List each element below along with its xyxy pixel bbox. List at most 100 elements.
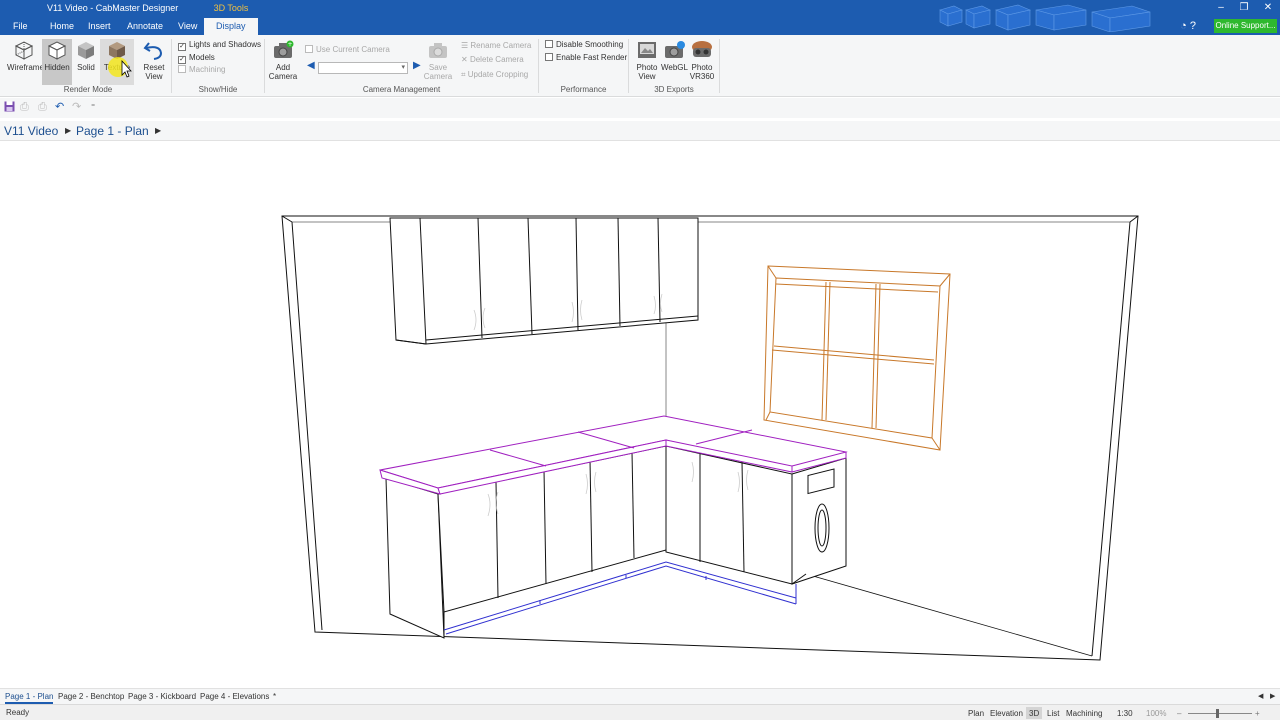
zoom-out-button[interactable]: –: [1174, 707, 1184, 719]
rename-icon: ☰: [461, 41, 471, 50]
hidden-button[interactable]: Hidden: [42, 39, 72, 85]
checkbox-empty-icon: [545, 53, 553, 61]
maximize-button[interactable]: ❐: [1237, 2, 1251, 14]
checkbox-empty-icon: [545, 40, 553, 48]
save-icon[interactable]: [4, 101, 16, 113]
page-tab-plan[interactable]: Page 1 - Plan: [5, 692, 54, 704]
solid-cube-icon: [78, 42, 94, 59]
zoom-slider-thumb[interactable]: [1216, 709, 1219, 718]
photo-view-button[interactable]: Photo View: [633, 39, 661, 85]
save-camera-label: Save Camera: [423, 63, 453, 81]
breadcrumb-project[interactable]: V11 Video: [4, 124, 58, 138]
photo-vr360-label: Photo VR360: [689, 63, 715, 81]
page-tabs: Page 1 - Plan Page 2 - Benchtop Page 3 -…: [0, 688, 1280, 704]
camera-icon: +: [274, 40, 294, 58]
3d-exports-group-label: 3D Exports: [654, 85, 694, 94]
svg-text:+: +: [287, 41, 292, 48]
reset-view-label: Reset View: [143, 63, 165, 81]
view-machining-button[interactable]: Machining: [1063, 707, 1105, 719]
3d-viewport[interactable]: [0, 142, 1280, 688]
camera-select[interactable]: ▾: [318, 62, 408, 74]
status-text: Ready: [6, 708, 30, 717]
models-label: Models: [189, 53, 215, 62]
tab-home[interactable]: Home: [50, 21, 74, 31]
page-tab-kickboard[interactable]: Page 3 - Kickboard: [128, 692, 196, 701]
enable-fast-render-checkbox[interactable]: Enable Fast Render: [545, 53, 627, 62]
solid-button[interactable]: Solid: [73, 39, 99, 85]
webgl-button[interactable]: WebGL: [661, 39, 688, 85]
wireframe-cube-icon: [14, 41, 34, 60]
online-support-button[interactable]: Online Support...: [1214, 19, 1277, 33]
add-camera-button[interactable]: + Add Camera: [267, 39, 299, 85]
camera-save-icon: [429, 43, 447, 58]
delete-x-icon: ✕: [461, 55, 470, 64]
webgl-icon: [665, 41, 685, 58]
enable-fast-render-label: Enable Fast Render: [556, 53, 628, 62]
save-camera-button: Save Camera: [423, 39, 453, 85]
breadcrumb-page[interactable]: Page 1 - Plan: [76, 124, 149, 138]
checkbox-checked-icon: ✓: [178, 43, 186, 51]
tab-file[interactable]: File: [13, 21, 28, 31]
view-plan-button[interactable]: Plan: [965, 707, 987, 719]
disable-smoothing-checkbox[interactable]: Disable Smoothing: [545, 40, 623, 49]
hidden-line-cube-icon: [47, 41, 67, 60]
page-tab-benchtop[interactable]: Page 2 - Benchtop: [58, 692, 124, 701]
use-current-camera-label: Use Current Camera: [316, 45, 390, 54]
photo-vr360-button[interactable]: Photo VR360: [688, 39, 716, 85]
zoom-in-button[interactable]: +: [1252, 707, 1263, 719]
crop-icon: ⌗: [461, 70, 468, 79]
update-cropping-label: Update Cropping: [467, 70, 529, 79]
scroll-left-icon[interactable]: ◀: [1258, 692, 1263, 700]
delete-camera-label: Delete Camera: [469, 55, 524, 64]
reset-view-button[interactable]: Reset View: [139, 39, 169, 85]
machining-label: Machining: [189, 65, 226, 74]
kitchen-3d-drawing[interactable]: [0, 142, 1280, 688]
scale-readout: 1:30: [1117, 709, 1133, 718]
view-elevation-button[interactable]: Elevation: [987, 707, 1026, 719]
close-button[interactable]: ✕: [1261, 2, 1275, 14]
zoom-slider-track[interactable]: [1188, 713, 1252, 714]
print-preview-icon: ⎙: [38, 101, 47, 113]
previous-camera-arrow-icon[interactable]: ◀: [307, 60, 315, 71]
breadcrumb-separator-icon: ▶: [65, 126, 72, 135]
show-hide-group-label: Show/Hide: [198, 85, 238, 94]
models-checkbox[interactable]: ✓ Models: [178, 53, 215, 64]
customize-dropdown-icon[interactable]: ⁼: [91, 101, 103, 113]
checkbox-empty-icon: [305, 45, 313, 53]
photo-view-icon: [638, 42, 656, 58]
undo-icon[interactable]: ↶: [55, 101, 67, 113]
hidden-label: Hidden: [44, 63, 70, 72]
render-mode-group-label: Render Mode: [63, 85, 113, 94]
lights-shadows-checkbox[interactable]: ✓ Lights and Shadows: [178, 40, 261, 51]
delete-camera-button: ✕ Delete Camera: [461, 55, 524, 64]
group-separator: [719, 39, 720, 93]
breadcrumb-separator-icon: ▶: [155, 126, 162, 135]
tab-display[interactable]: Display: [204, 18, 258, 35]
help-icon[interactable]: ◔ ?: [1180, 20, 1196, 32]
scroll-right-icon[interactable]: ▶: [1270, 692, 1275, 700]
rename-camera-button: ☰ Rename Camera: [461, 41, 531, 50]
view-3d-button[interactable]: 3D: [1026, 707, 1043, 719]
undo-arrow-icon: [143, 42, 163, 60]
minimize-button[interactable]: –: [1214, 2, 1228, 14]
wireframe-button[interactable]: Wireframe: [7, 39, 44, 85]
wireframe-label: Wireframe: [7, 63, 44, 72]
checkbox-empty-icon: [178, 65, 186, 73]
tab-view[interactable]: View: [178, 21, 197, 31]
print-icon: ⎙: [20, 101, 29, 113]
decorative-blocks-logo: [939, 4, 1151, 32]
checkbox-checked-icon: ✓: [178, 56, 186, 64]
camera-management-group-label: Camera Management: [362, 85, 441, 94]
tab-insert[interactable]: Insert: [88, 21, 111, 31]
disable-smoothing-label: Disable Smoothing: [556, 40, 624, 49]
photo-view-label: Photo View: [636, 63, 658, 81]
page-tab-elevations[interactable]: Page 4 - Elevations: [200, 692, 269, 701]
breadcrumb: V11 Video ▶ Page 1 - Plan ▶: [0, 121, 1280, 141]
view-list-button[interactable]: List: [1044, 707, 1062, 719]
next-camera-arrow-icon[interactable]: ▶: [413, 60, 421, 71]
add-page-tab[interactable]: *: [273, 692, 276, 701]
add-camera-label: Add Camera: [268, 63, 298, 81]
tab-annotate[interactable]: Annotate: [127, 21, 163, 31]
context-tab-3d-tools[interactable]: 3D Tools: [204, 0, 258, 18]
status-bar: Ready Plan Elevation 3D List Machining 1…: [0, 704, 1280, 720]
